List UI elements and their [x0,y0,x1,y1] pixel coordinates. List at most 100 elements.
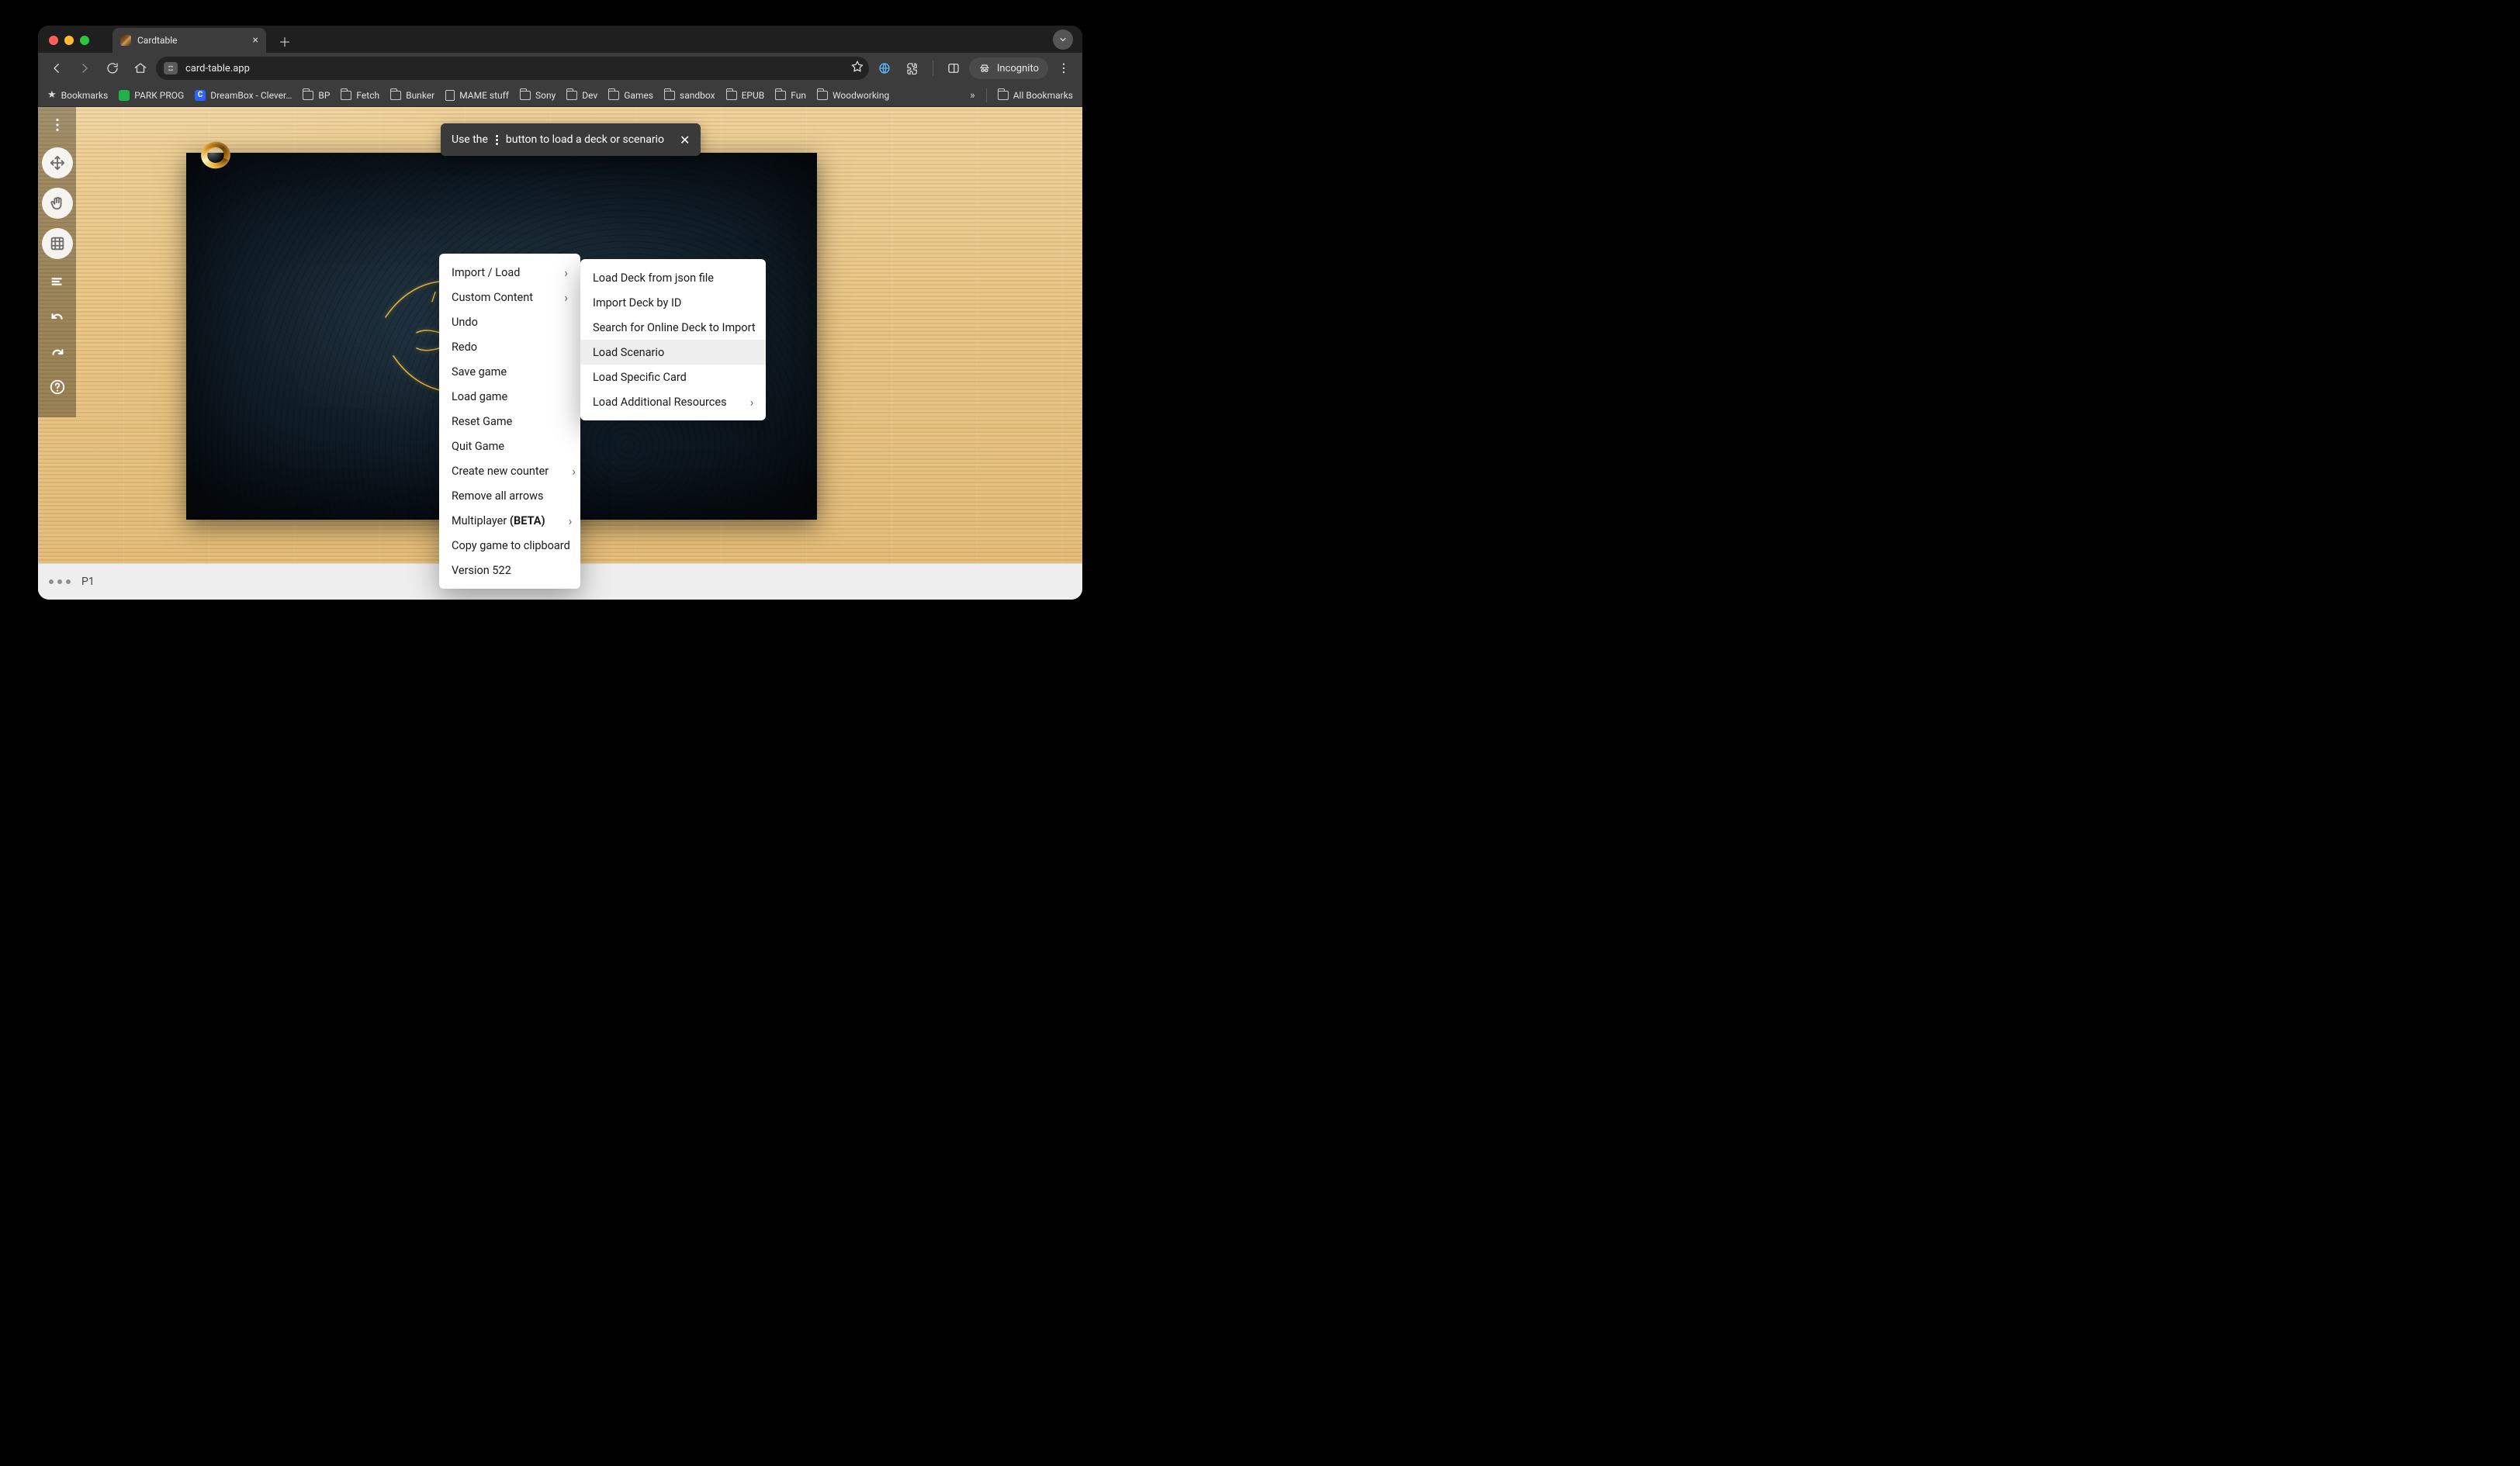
bookmark-label: Woodworking [832,90,889,101]
menu-item[interactable]: Load Deck from json file [580,265,766,290]
menu-item[interactable]: Copy game to clipboard [439,533,580,558]
menu-item[interactable]: Load Scenario [580,340,766,365]
bookmark-item[interactable]: Games [608,90,653,101]
bookmark-label: BP [318,90,330,101]
menu-item[interactable]: Save game [439,359,580,384]
status-menu-icon[interactable] [49,579,71,584]
menu-item[interactable]: Load Additional Resources› [580,389,766,414]
incognito-indicator[interactable]: Incognito [969,57,1048,79]
menu-item-label: Quit Game [452,440,504,453]
nav-home-button[interactable] [128,56,153,81]
snap-grid-button[interactable] [42,228,73,259]
bookmark-item[interactable]: Woodworking [817,90,889,101]
bookmark-item[interactable]: MAME stuff [445,90,509,101]
menu-item-label: Import Deck by ID [593,296,681,309]
one-ring-token[interactable] [199,138,232,172]
folder-icon [817,91,828,100]
bookmark-item[interactable]: Fun [775,90,806,101]
sidepanel-icon[interactable] [941,56,966,81]
screen: Cardtable × ＋ [0,0,2520,1466]
browser-window: Cardtable × ＋ [38,26,1082,600]
bookmark-item[interactable]: Bunker [390,90,434,101]
hint-toast: Use the button to load a deck or scenari… [441,123,701,156]
menu-item[interactable]: Create new counter› [439,458,580,483]
document-icon [445,90,455,101]
bookmark-item[interactable]: sandbox [664,90,715,101]
folder-icon [520,91,531,100]
bookmark-star-icon[interactable] [850,60,864,77]
menu-item[interactable]: Import / Load› [439,260,580,285]
bookmark-item[interactable]: EPUB [726,90,765,101]
bookmark-item[interactable]: Fetch [341,90,379,101]
menu-item[interactable]: Load game [439,384,580,409]
menu-item[interactable]: Reset Game [439,409,580,434]
bookmark-label: Games [624,90,653,101]
nav-reload-button[interactable] [100,56,125,81]
move-tool-button[interactable] [42,147,73,178]
site-settings-icon[interactable] [164,62,178,74]
tab-overflow-button[interactable] [1053,29,1073,50]
menu-item[interactable]: Custom Content› [439,285,580,309]
close-window[interactable] [49,36,58,45]
extension-globe-icon[interactable] [872,56,897,81]
bookmarks-overflow-icon[interactable]: » [970,89,975,102]
close-icon[interactable]: ✕ [680,133,690,147]
browser-menu-button[interactable] [1051,56,1076,81]
tab-close-icon[interactable]: × [253,35,258,46]
context-menu-main[interactable]: Import / Load›Custom Content›UndoRedoSav… [439,254,580,589]
app-menu-button[interactable] [42,115,73,135]
tab-strip: Cardtable × ＋ [38,26,1082,53]
menu-item-label: Copy game to clipboard [452,539,570,552]
nav-back-button[interactable] [44,56,69,81]
menu-item-label: Search for Online Deck to Import [593,321,756,334]
list-view-button[interactable] [44,268,71,295]
window-controls[interactable] [49,36,89,45]
folder-icon [664,91,675,100]
zoom-window[interactable] [80,36,89,45]
folder-icon [341,91,351,100]
bookmark-label: DreamBox - Clever… [210,90,292,101]
nav-forward-button[interactable] [72,56,97,81]
menu-item[interactable]: Multiplayer (BETA)› [439,508,580,533]
pan-tool-button[interactable] [42,188,73,219]
browser-tab[interactable]: Cardtable × [112,28,266,53]
site-favicon: C [195,90,206,101]
folder-icon [608,91,619,100]
menu-item[interactable]: Import Deck by ID [580,290,766,315]
url-text: card-table.app [185,63,843,74]
chevron-right-icon: › [564,290,568,305]
menu-item[interactable]: Redo [439,334,580,359]
bookmark-item[interactable]: ★Bookmarks [47,89,108,101]
extensions-icon[interactable] [900,56,925,81]
menu-item[interactable]: Search for Online Deck to Import [580,315,766,340]
menu-item[interactable]: Quit Game [439,434,580,458]
minimize-window[interactable] [64,36,74,45]
bookmark-label: Bunker [406,90,434,101]
bookmark-item[interactable]: PARK PROG [119,90,184,101]
menu-item[interactable]: Version 522 [439,558,580,583]
menu-item[interactable]: Undo [439,309,580,334]
url-bar[interactable]: card-table.app [156,57,869,80]
bookmark-item[interactable]: C DreamBox - Clever… [195,90,292,101]
menu-item[interactable]: Remove all arrows [439,483,580,508]
undo-button[interactable] [44,304,71,330]
bookmark-label: Sony [535,90,556,101]
menu-item[interactable]: Load Specific Card [580,365,766,389]
context-menu-import-load[interactable]: Load Deck from json file Import Deck by I… [580,259,766,420]
bookmark-item[interactable]: Dev [566,90,597,101]
vertical-dots-icon [496,135,498,145]
all-bookmarks-button[interactable]: All Bookmarks [998,90,1073,101]
browser-toolbar: card-table.app [38,53,1082,84]
help-button[interactable] [42,375,73,399]
bookmark-label: sandbox [680,90,715,101]
bookmark-label: Fetch [356,90,379,101]
incognito-icon [978,62,991,74]
folder-icon [775,91,786,100]
tab-title: Cardtable [137,35,247,46]
site-favicon [119,90,130,101]
bookmark-item[interactable]: BP [303,90,330,101]
redo-button[interactable] [44,340,71,366]
bookmark-label: Bookmarks [61,90,109,101]
new-tab-button[interactable]: ＋ [274,30,296,52]
bookmark-item[interactable]: Sony [520,90,556,101]
